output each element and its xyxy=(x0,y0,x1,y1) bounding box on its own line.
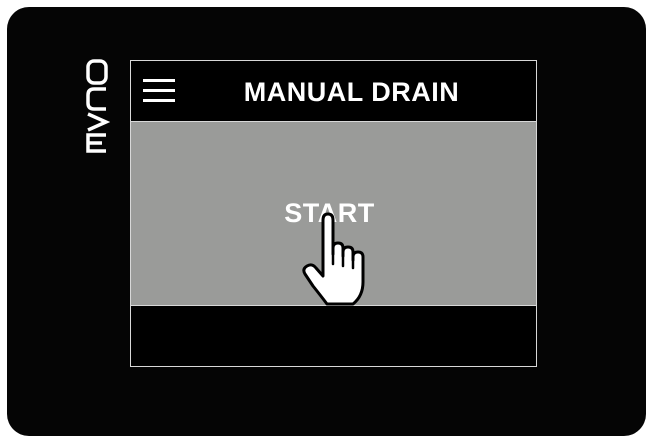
display-screen: MANUAL DRAIN START xyxy=(130,60,537,367)
start-button[interactable]: START xyxy=(131,122,536,306)
hamburger-menu-icon xyxy=(143,79,175,82)
evco-logo xyxy=(86,59,110,153)
screen-footer xyxy=(131,306,536,366)
menu-button[interactable] xyxy=(141,75,177,105)
tap-hand-icon xyxy=(302,212,365,306)
page-title: MANUAL DRAIN xyxy=(243,77,460,107)
device-bezel: MANUAL DRAIN START xyxy=(7,7,646,436)
screen-header: MANUAL DRAIN xyxy=(131,61,536,122)
